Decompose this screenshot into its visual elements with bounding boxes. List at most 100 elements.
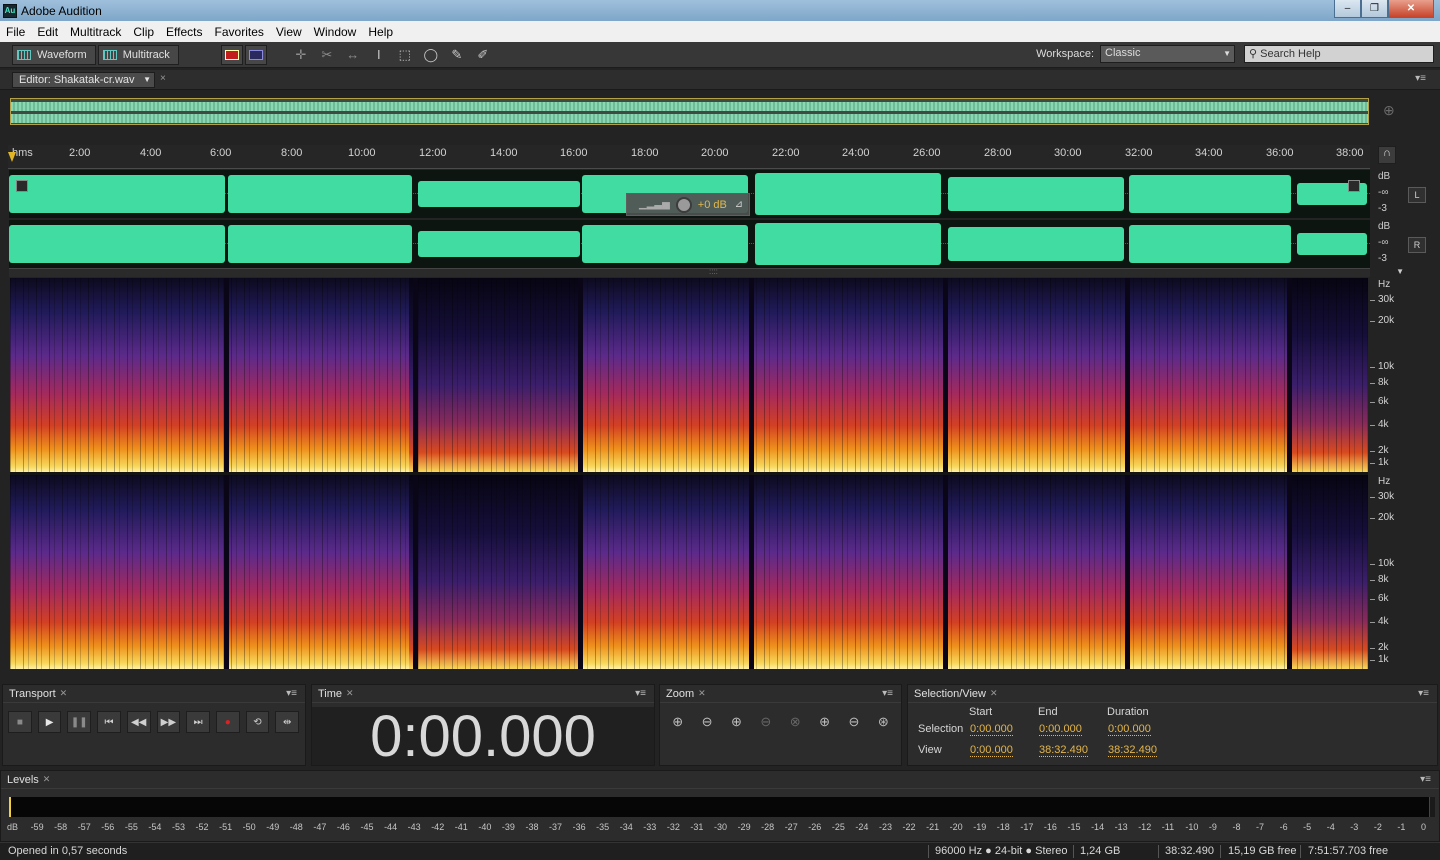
stop-button[interactable]: ■ [8, 711, 32, 733]
level-scale-tick: -9 [1208, 822, 1217, 832]
move-to-start-button[interactable]: ⏮ [97, 711, 121, 733]
editor-file-select[interactable]: Editor: Shakatak-cr.wav ▼ [12, 72, 155, 88]
panel-menu-icon[interactable]: ▾≡ [1415, 73, 1426, 84]
search-help-input[interactable]: ⚲ Search Help [1244, 45, 1434, 63]
pin-icon[interactable]: ⊿ [735, 199, 743, 210]
rewind-button[interactable]: ◀◀ [126, 711, 151, 733]
menu-favorites[interactable]: Favorites [209, 25, 270, 39]
left-channel-toggle[interactable]: L [1408, 187, 1426, 203]
menu-window[interactable]: Window [308, 25, 363, 39]
panel-menu-icon[interactable]: ▾≡ [1418, 688, 1429, 699]
panel-menu-icon[interactable]: ▾≡ [1420, 774, 1431, 785]
ruler-tick: 32:00 [1125, 147, 1153, 159]
level-scale-tick: -12 [1138, 822, 1152, 832]
lasso-tool-icon[interactable]: ◯ [421, 45, 441, 65]
level-scale-tick: -48 [289, 822, 303, 832]
level-scale-tick: -38 [525, 822, 539, 832]
waveform-view-button[interactable]: Waveform [12, 44, 96, 65]
panel-menu-icon[interactable]: ▾≡ [635, 688, 646, 699]
spectrogram-right-channel[interactable] [10, 475, 1368, 669]
brush-tool-icon[interactable]: ✎ [447, 45, 467, 65]
headphones-icon[interactable]: ∩ [1378, 146, 1396, 164]
close-icon[interactable]: ✕ [60, 688, 68, 699]
minimize-button[interactable]: – [1334, 0, 1361, 18]
selection-end-field[interactable]: 0:00.000 [1039, 723, 1082, 736]
menu-view[interactable]: View [270, 25, 308, 39]
multitrack-view-button[interactable]: Multitrack [97, 44, 179, 65]
marquee-tool-icon[interactable]: ⬚ [395, 45, 415, 65]
menu-multitrack[interactable]: Multitrack [64, 25, 127, 39]
play-button[interactable]: ▶ [37, 711, 62, 733]
right-channel-toggle[interactable]: R [1408, 237, 1426, 253]
time-selection-tool-icon[interactable]: I [369, 45, 389, 65]
level-scale-tick: -29 [737, 822, 751, 832]
move-to-end-button[interactable]: ⏭ [186, 711, 210, 733]
menu-help[interactable]: Help [362, 25, 399, 39]
workspace-select[interactable]: Classic ▼ [1100, 45, 1235, 63]
zoom-out-time-icon[interactable]: ⊖ [754, 712, 777, 732]
fast-forward-button[interactable]: ▶▶ [156, 711, 181, 733]
level-scale-tick: -19 [973, 822, 987, 832]
zoom-icon[interactable]: ⊕ [1383, 102, 1395, 119]
time-ruler[interactable]: hms 2:00 4:00 6:00 8:00 10:00 12:00 14:0… [8, 145, 1370, 169]
menu-clip[interactable]: Clip [127, 25, 160, 39]
move-tool-icon[interactable]: ✛ [291, 45, 311, 65]
menu-edit[interactable]: Edit [31, 25, 64, 39]
record-button[interactable]: ● [215, 711, 240, 733]
close-icon[interactable]: ✕ [43, 774, 51, 785]
loop-button[interactable]: ⟲ [245, 711, 270, 733]
overview-navigator[interactable] [10, 98, 1369, 125]
skip-selection-button[interactable]: ⇹ [275, 711, 300, 733]
zoom-selection-icon[interactable]: ⊛ [872, 712, 895, 732]
close-editor-icon[interactable]: × [160, 73, 166, 84]
slip-tool-icon[interactable]: ↔ [343, 45, 363, 65]
chevron-down-icon[interactable]: ▼ [1396, 267, 1404, 276]
zoom-in-amplitude-icon[interactable]: ⊕ [666, 712, 689, 732]
spectrogram-left-channel[interactable] [10, 278, 1368, 472]
view-start-field[interactable]: 0:00.000 [970, 744, 1013, 757]
clip-indicator[interactable] [1429, 797, 1435, 817]
spectral-display-toggle[interactable] [220, 44, 243, 65]
maximize-button[interactable]: ❐ [1361, 0, 1388, 18]
fade-in-handle-icon[interactable] [16, 180, 28, 192]
panel-menu-icon[interactable]: ▾≡ [286, 688, 297, 699]
zoom-out-point-icon[interactable]: ⊖ [842, 712, 865, 732]
close-icon[interactable]: ✕ [346, 688, 354, 699]
selection-start-field[interactable]: 0:00.000 [970, 723, 1013, 736]
gain-knob[interactable] [675, 196, 692, 213]
header-end: End [1038, 706, 1058, 718]
close-icon[interactable]: ✕ [698, 688, 706, 699]
selection-duration-field[interactable]: 0:00.000 [1108, 723, 1151, 736]
record-icon: ● [224, 716, 231, 728]
view-end-field[interactable]: 38:32.490 [1039, 744, 1088, 757]
spectral-divider-handle[interactable]: :::: ▼ [9, 267, 1404, 277]
zoom-in-time-icon[interactable]: ⊕ [725, 712, 748, 732]
panel-menu-icon[interactable]: ▾≡ [882, 688, 893, 699]
zoom-out-full-icon[interactable]: ⊗ [784, 712, 807, 732]
view-row-label: View [918, 744, 942, 756]
fade-out-handle-icon[interactable] [1348, 180, 1360, 192]
zoom-title: Zoom [666, 687, 695, 700]
pause-button[interactable]: ❚❚ [67, 711, 92, 733]
menu-file[interactable]: File [0, 25, 31, 39]
level-scale-tick: -44 [384, 822, 398, 832]
level-scale-tick: -49 [266, 822, 280, 832]
spot-healing-tool-icon[interactable]: ✐ [473, 45, 493, 65]
pitch-display-toggle[interactable] [244, 44, 267, 65]
stop-icon: ■ [16, 716, 23, 728]
skip-forward-icon: ⏭ [193, 716, 203, 728]
razor-tool-icon[interactable]: ✂ [317, 45, 337, 65]
level-scale-tick: -21 [926, 822, 940, 832]
level-scale-tick: -37 [549, 822, 563, 832]
close-icon[interactable]: ✕ [990, 688, 998, 699]
search-icon: ⚲ [1249, 48, 1261, 60]
status-format: 96000 Hz ● 24-bit ● Stereo [935, 845, 1068, 857]
zoom-in-point-icon[interactable]: ⊕ [813, 712, 836, 732]
waveform-right-channel[interactable] [9, 220, 1370, 268]
playhead-marker[interactable] [8, 152, 16, 162]
level-scale-tick: -42 [431, 822, 445, 832]
menu-effects[interactable]: Effects [160, 25, 208, 39]
close-button[interactable]: ✕ [1388, 0, 1434, 18]
view-duration-field[interactable]: 38:32.490 [1108, 744, 1157, 757]
zoom-out-amplitude-icon[interactable]: ⊖ [695, 712, 718, 732]
